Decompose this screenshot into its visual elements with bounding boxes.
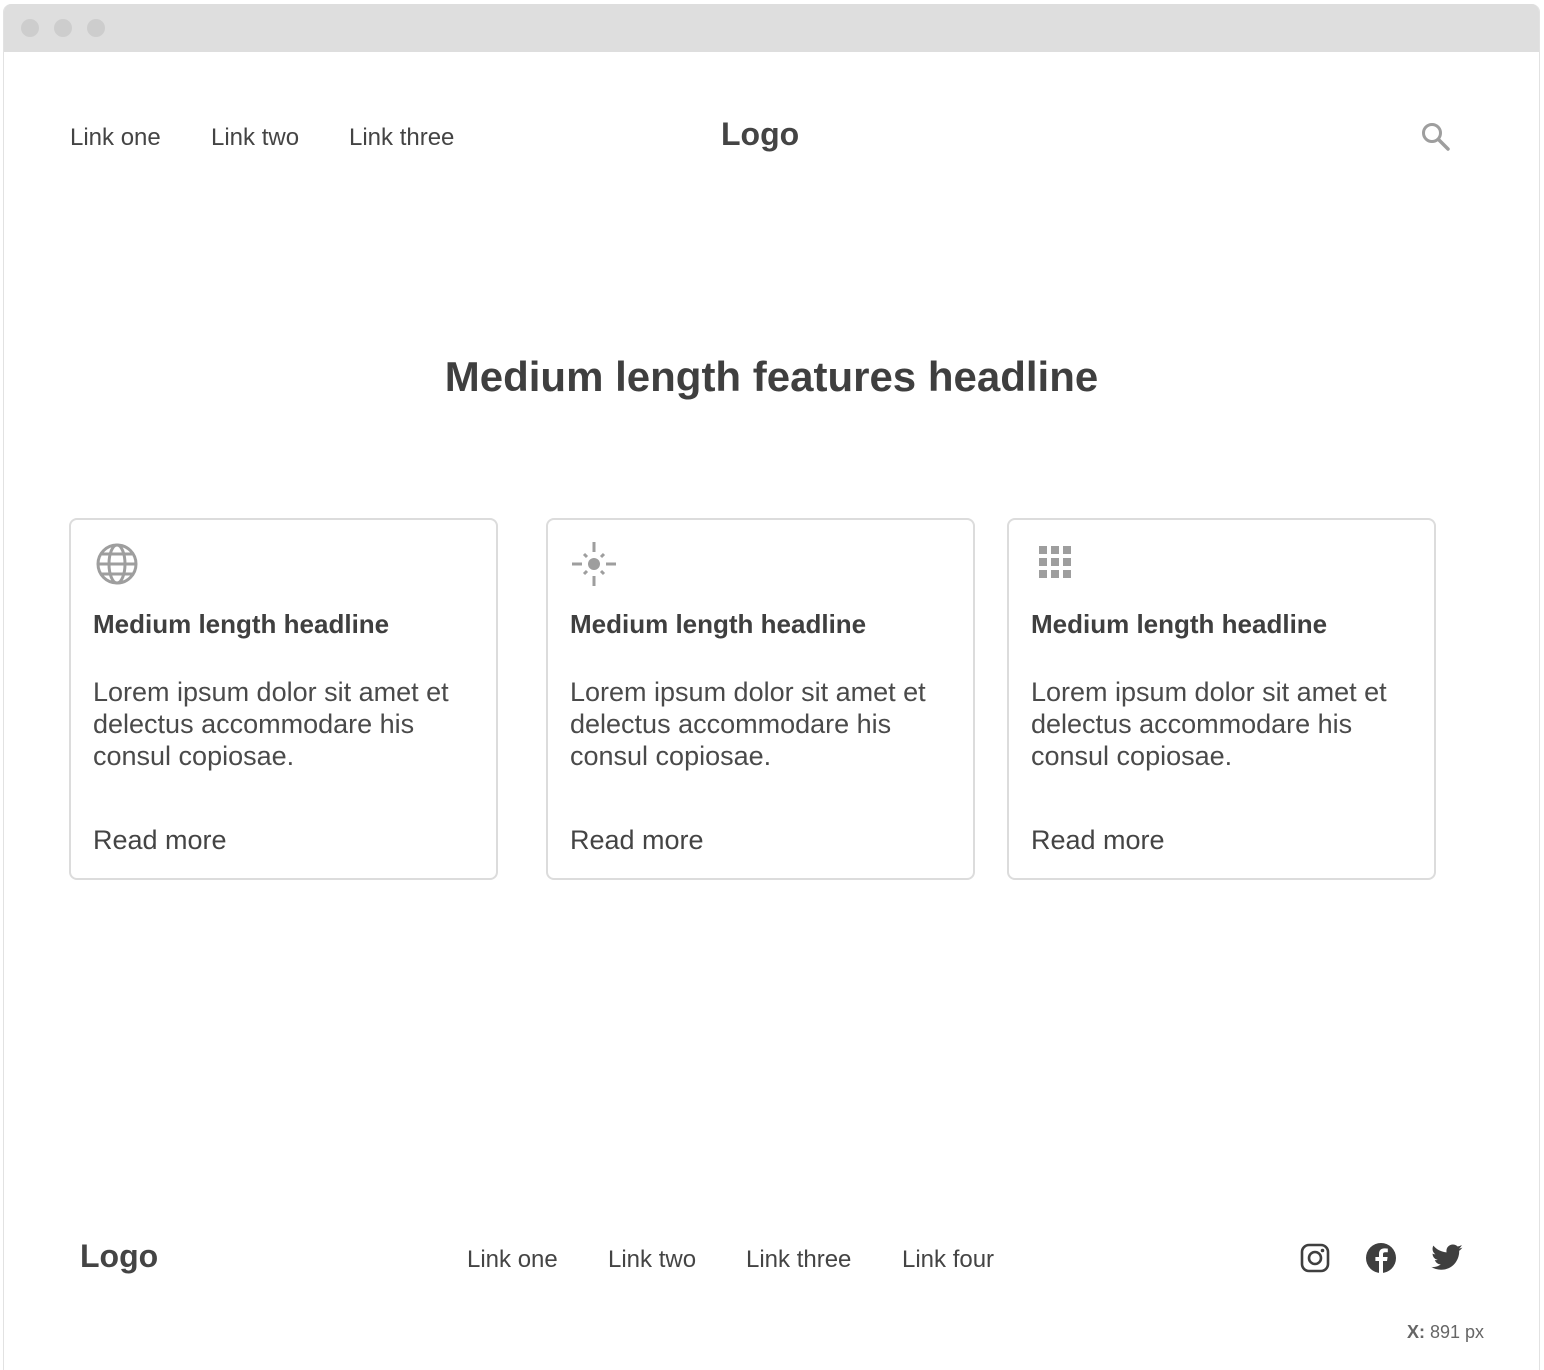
coordinate-label: X: xyxy=(1407,1322,1425,1342)
globe-icon xyxy=(93,540,141,588)
feature-card: Medium length headline Lorem ipsum dolor… xyxy=(69,518,498,880)
nav-link-three[interactable]: Link three xyxy=(349,124,454,152)
window-titlebar xyxy=(4,4,1539,52)
window-close-dot[interactable] xyxy=(21,19,39,37)
nav-link-two[interactable]: Link two xyxy=(211,124,299,152)
search-icon[interactable] xyxy=(1420,121,1452,153)
coordinate-readout: X: 891 px xyxy=(1407,1322,1484,1343)
card-title: Medium length headline xyxy=(570,609,867,639)
coordinate-value: 891 px xyxy=(1430,1322,1485,1342)
header-logo[interactable]: Logo xyxy=(721,116,799,152)
read-more-link[interactable]: Read more xyxy=(1031,824,1165,856)
card-body: Lorem ipsum dolor sit amet et delectus a… xyxy=(570,677,926,771)
twitter-icon[interactable] xyxy=(1430,1241,1464,1275)
footer-link-one[interactable]: Link one xyxy=(467,1246,558,1274)
facebook-icon[interactable] xyxy=(1364,1241,1398,1275)
grid-icon xyxy=(1031,540,1079,588)
features-headline: Medium length features headline xyxy=(444,353,1099,400)
feature-card: Medium length headline Lorem ipsum dolor… xyxy=(1007,518,1436,880)
sun-icon xyxy=(570,540,618,588)
footer-link-three[interactable]: Link three xyxy=(746,1246,851,1274)
footer-link-two[interactable]: Link two xyxy=(608,1246,696,1274)
read-more-link[interactable]: Read more xyxy=(93,824,227,856)
nav-link-one[interactable]: Link one xyxy=(70,124,161,152)
footer-logo[interactable]: Logo xyxy=(80,1238,158,1274)
read-more-link[interactable]: Read more xyxy=(570,824,704,856)
window-minimize-dot[interactable] xyxy=(54,19,72,37)
window-maximize-dot[interactable] xyxy=(87,19,105,37)
card-body: Lorem ipsum dolor sit amet et delectus a… xyxy=(93,677,449,771)
card-body: Lorem ipsum dolor sit amet et delectus a… xyxy=(1031,677,1387,771)
card-title: Medium length headline xyxy=(93,609,390,639)
card-title: Medium length headline xyxy=(1031,609,1328,639)
instagram-icon[interactable] xyxy=(1298,1241,1332,1275)
feature-card: Medium length headline Lorem ipsum dolor… xyxy=(546,518,975,880)
footer-link-four[interactable]: Link four xyxy=(902,1246,994,1274)
browser-window: Link one Link two Link three Logo Medium… xyxy=(3,4,1540,1370)
